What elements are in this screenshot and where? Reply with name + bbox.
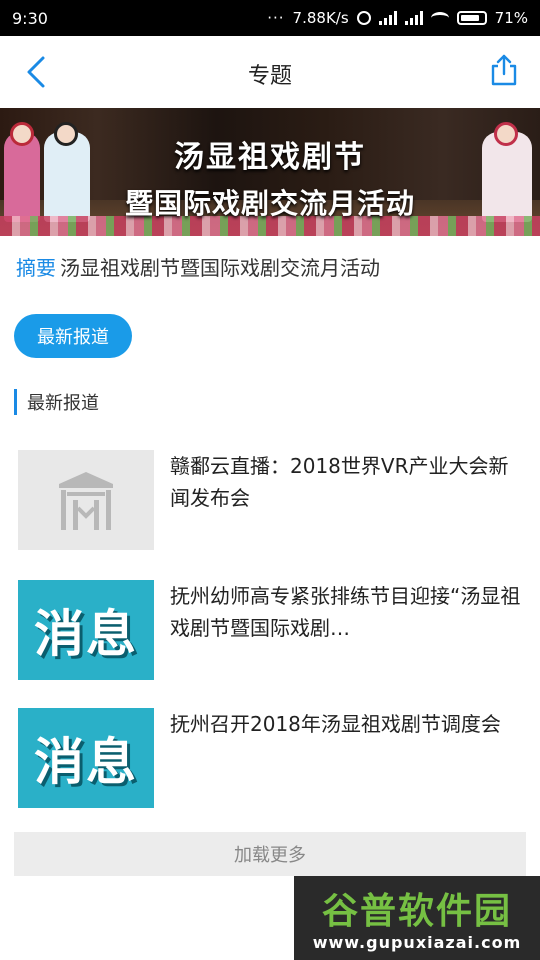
news-thumbnail-message: 消息 xyxy=(18,580,154,680)
thumbnail-text: 消息 xyxy=(34,733,138,791)
banner-subtitle: 暨国际戏剧交流月活动 xyxy=(124,187,415,220)
summary: 摘要 汤显祖戏剧节暨国际戏剧交流月活动 xyxy=(16,254,528,282)
status-bar: 9:30 ··· 7.88K/s 71% xyxy=(0,0,540,36)
news-item[interactable]: 消息 抚州召开2018年汤显祖戏剧节调度会 xyxy=(18,708,526,808)
signal-icon xyxy=(378,11,397,25)
thumbnail-text: 消息 xyxy=(34,605,138,663)
watermark: 谷普软件园 www.gupuxiazai.com xyxy=(294,876,540,960)
battery-percent: 71% xyxy=(494,9,528,27)
news-thumbnail-message: 消息 xyxy=(18,708,154,808)
share-icon xyxy=(491,54,517,86)
news-title: 抚州幼师高专紧张排练节目迎接“汤显祖戏剧节暨国际戏剧… xyxy=(170,584,521,640)
building-placeholder-icon xyxy=(59,472,113,530)
wifi-icon xyxy=(430,12,449,24)
status-icons: ··· 7.88K/s 71% xyxy=(267,9,528,27)
summary-text: 汤显祖戏剧节暨国际戏剧交流月活动 xyxy=(60,256,380,280)
status-time: 9:30 xyxy=(12,8,48,28)
network-speed: 7.88K/s xyxy=(292,9,349,27)
topic-banner[interactable]: 汤显祖戏剧节 暨国际戏剧交流月活动 xyxy=(0,108,540,236)
status-dots: ··· xyxy=(267,9,285,27)
watermark-title: 谷普软件园 xyxy=(321,891,512,932)
section-accent-bar xyxy=(14,389,17,415)
share-button[interactable] xyxy=(484,50,524,90)
page-title: 专题 xyxy=(247,64,292,89)
load-more-button[interactable]: 加载更多 xyxy=(14,832,526,876)
app-header: 专题 xyxy=(0,36,540,108)
battery-icon xyxy=(456,11,487,25)
signal-icon-2 xyxy=(404,11,423,25)
section-header: 最新报道 xyxy=(14,388,99,416)
news-item[interactable]: 赣鄱云直播：2018世界VR产业大会新闻发布会 xyxy=(18,450,526,550)
summary-label: 摘要 xyxy=(16,256,56,280)
news-title: 赣鄱云直播：2018世界VR产业大会新闻发布会 xyxy=(170,454,509,510)
banner-title: 汤显祖戏剧节 xyxy=(174,140,366,175)
section-title: 最新报道 xyxy=(27,393,99,414)
news-item[interactable]: 消息 抚州幼师高专紧张排练节目迎接“汤显祖戏剧节暨国际戏剧… xyxy=(18,580,526,680)
news-thumbnail-placeholder xyxy=(18,450,154,550)
banner-caption: 汤显祖戏剧节 暨国际戏剧交流月活动 xyxy=(0,132,540,222)
news-title: 抚州召开2018年汤显祖戏剧节调度会 xyxy=(170,712,501,736)
watermark-url: www.gupuxiazai.com xyxy=(312,933,522,952)
latest-reports-tab[interactable]: 最新报道 xyxy=(14,314,132,358)
alarm-icon xyxy=(356,11,371,25)
